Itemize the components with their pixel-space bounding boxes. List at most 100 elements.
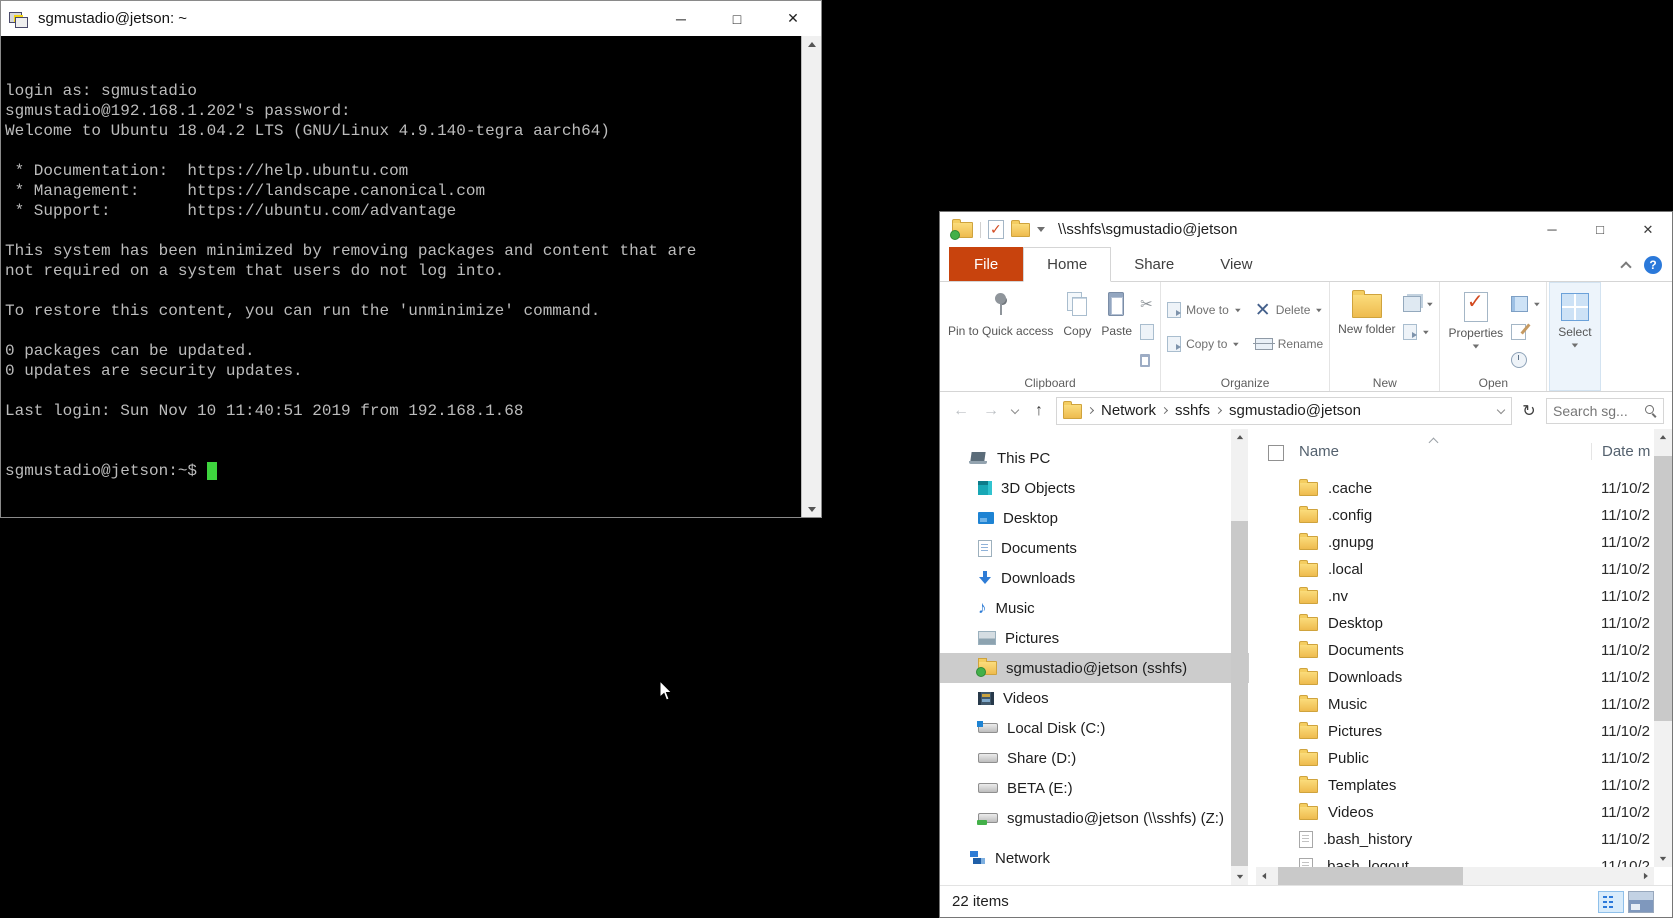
explorer-close-button[interactable]: ✕ (1624, 212, 1672, 247)
putty-maximize-button[interactable]: □ (709, 1, 765, 36)
customize-toolbar-chevron-icon[interactable] (1037, 226, 1044, 233)
scroll-left-icon[interactable] (1256, 867, 1273, 885)
scroll-down-icon[interactable] (1231, 868, 1248, 885)
forward-button[interactable]: → (978, 398, 1004, 424)
scroll-down-icon[interactable] (1654, 850, 1672, 867)
scrollbar-thumb[interactable] (1654, 456, 1672, 721)
sidebar-item[interactable]: This PC (940, 443, 1249, 473)
sidebar-item[interactable]: sgmustadio@jetson (\\sshfs) (Z:) (940, 803, 1249, 833)
scrollbar-thumb[interactable] (1231, 521, 1248, 866)
file-row[interactable]: Videos11/10/2 (1249, 799, 1654, 826)
pin-to-quick-access-button[interactable]: Pin to Quick access (943, 287, 1058, 338)
file-row[interactable]: .config11/10/2 (1249, 502, 1654, 529)
column-header-name[interactable]: Name (1299, 443, 1339, 460)
column-header-date-modified[interactable]: Date m (1591, 443, 1650, 460)
properties-shortcut-icon[interactable] (988, 220, 1004, 239)
select-all-checkbox[interactable] (1268, 445, 1284, 461)
file-row[interactable]: Public11/10/2 (1249, 745, 1654, 772)
tab-home[interactable]: Home (1023, 247, 1111, 282)
paste-button[interactable]: Paste (1096, 287, 1137, 338)
file-row[interactable]: Templates11/10/2 (1249, 772, 1654, 799)
putty-titlebar[interactable]: sgmustadio@jetson: ~ ─ □ ✕ (1, 1, 821, 36)
minimize-ribbon-icon[interactable] (1622, 261, 1630, 269)
file-row[interactable]: Desktop11/10/2 (1249, 610, 1654, 637)
sidebar-scrollbar[interactable] (1231, 429, 1248, 885)
sidebar-item[interactable]: Music (940, 593, 1249, 623)
terminal-screen[interactable]: login as: sgmustadio sgmustadio@192.168.… (1, 36, 821, 517)
search-box[interactable]: Search sg... (1546, 398, 1664, 424)
edit-button[interactable] (1511, 321, 1540, 343)
tab-view[interactable]: View (1197, 247, 1275, 281)
recent-locations-button[interactable] (1008, 398, 1022, 424)
sidebar-item[interactable]: Local Disk (C:) (940, 713, 1249, 743)
up-button[interactable]: ↑ (1026, 398, 1052, 424)
scroll-up-icon[interactable] (1654, 429, 1672, 446)
sidebar-item[interactable]: Network (940, 843, 1249, 873)
sidebar-item[interactable]: Pictures (940, 623, 1249, 653)
file-row[interactable]: .nv11/10/2 (1249, 583, 1654, 610)
sidebar-item[interactable]: 3D Objects (940, 473, 1249, 503)
scrollbar-thumb[interactable] (1278, 867, 1463, 885)
move-to-button[interactable]: Move to (1167, 299, 1241, 321)
sidebar-item[interactable]: sgmustadio@jetson (sshfs) (940, 653, 1249, 683)
address-dropdown-chevron-icon[interactable] (1497, 407, 1505, 415)
breadcrumb-sshfs[interactable]: sshfs (1175, 402, 1210, 419)
new-folder-shortcut-icon[interactable] (1011, 223, 1030, 237)
sidebar-item[interactable]: Videos (940, 683, 1249, 713)
putty-close-button[interactable]: ✕ (765, 1, 821, 36)
scroll-down-icon[interactable] (802, 501, 821, 517)
file-row[interactable]: .local11/10/2 (1249, 556, 1654, 583)
file-list-vertical-scrollbar[interactable] (1654, 429, 1672, 867)
scroll-up-icon[interactable] (1231, 429, 1248, 446)
explorer-titlebar[interactable]: \\sshfs\sgmustadio@jetson ─ □ ✕ (940, 212, 1672, 247)
copy-to-button[interactable]: Copy to (1167, 333, 1241, 355)
delete-button[interactable]: ✕ Delete (1255, 299, 1323, 321)
file-row[interactable]: .bash_history11/10/2 (1249, 826, 1654, 853)
refresh-button[interactable]: ↻ (1516, 398, 1542, 424)
terminal-scrollbar[interactable] (801, 36, 821, 517)
file-row[interactable]: .bash_logout11/10/2 (1249, 853, 1654, 867)
breadcrumb-current-folder[interactable]: sgmustadio@jetson (1229, 402, 1361, 419)
properties-button[interactable]: Properties (1443, 287, 1508, 350)
open-panel-button[interactable] (1511, 293, 1540, 315)
tab-share[interactable]: Share (1111, 247, 1197, 281)
file-name: Public (1328, 750, 1369, 767)
sidebar-item[interactable]: Desktop (940, 503, 1249, 533)
copy-path-button[interactable] (1140, 321, 1154, 343)
large-icons-view-button[interactable] (1628, 891, 1654, 913)
details-view-button[interactable] (1598, 891, 1624, 913)
putty-minimize-button[interactable]: ─ (653, 1, 709, 36)
scroll-right-icon[interactable] (1637, 867, 1654, 885)
file-row[interactable]: Music11/10/2 (1249, 691, 1654, 718)
sidebar-item[interactable]: Documents (940, 533, 1249, 563)
select-button[interactable]: Select (1553, 288, 1596, 349)
sidebar-item[interactable]: BETA (E:) (940, 773, 1249, 803)
copy-button[interactable]: Copy (1058, 287, 1096, 338)
explorer-minimize-button[interactable]: ─ (1528, 212, 1576, 247)
help-icon[interactable]: ? (1644, 256, 1662, 274)
new-folder-button[interactable]: New folder (1333, 287, 1400, 336)
back-button[interactable]: ← (948, 398, 974, 424)
file-row[interactable]: Documents11/10/2 (1249, 637, 1654, 664)
file-date: 11/10/2 (1601, 588, 1650, 605)
tab-file[interactable]: File (949, 247, 1023, 281)
sidebar-item[interactable]: Share (D:) (940, 743, 1249, 773)
file-row[interactable]: Downloads11/10/2 (1249, 664, 1654, 691)
file-row[interactable]: .gnupg11/10/2 (1249, 529, 1654, 556)
history-button[interactable] (1511, 349, 1540, 371)
scroll-up-icon[interactable] (802, 36, 821, 52)
easy-access-button[interactable] (1403, 321, 1433, 343)
new-item-button[interactable] (1403, 293, 1433, 315)
paste-shortcut-button[interactable] (1140, 349, 1154, 371)
file-row[interactable]: Pictures11/10/2 (1249, 718, 1654, 745)
address-bar[interactable]: Network sshfs sgmustadio@jetson (1056, 397, 1512, 425)
search-icon[interactable] (1644, 404, 1657, 417)
breadcrumb-network[interactable]: Network (1101, 402, 1156, 419)
sidebar-item[interactable]: Downloads (940, 563, 1249, 593)
explorer-maximize-button[interactable]: □ (1576, 212, 1624, 247)
file-list-horizontal-scrollbar[interactable] (1256, 867, 1654, 885)
file-name: Videos (1328, 804, 1374, 821)
rename-button[interactable]: Rename (1255, 333, 1323, 355)
cut-button[interactable]: ✂ (1140, 293, 1154, 315)
file-row[interactable]: .cache11/10/2 (1249, 475, 1654, 502)
